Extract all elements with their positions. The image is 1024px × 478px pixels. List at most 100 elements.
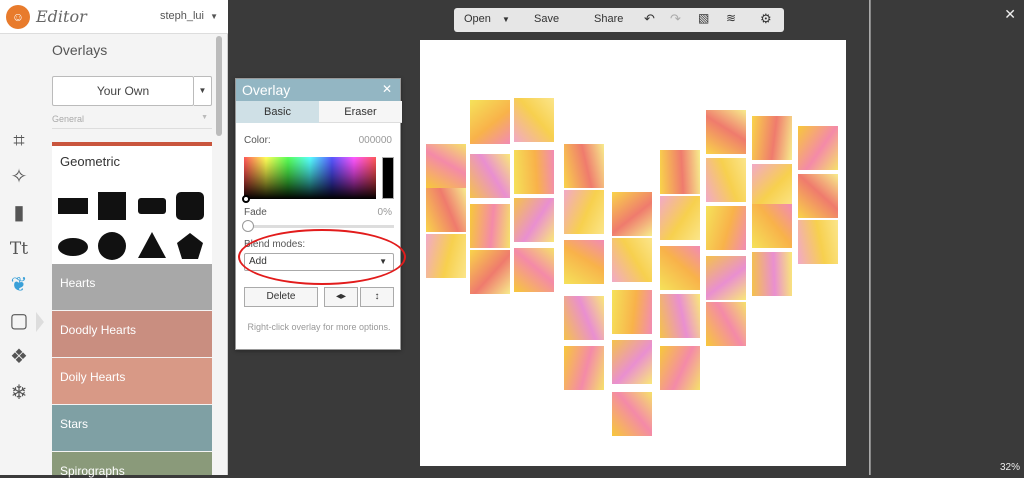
category-filter[interactable]: General ▼ xyxy=(52,114,212,129)
collage-tile xyxy=(426,188,466,232)
color-hex-value[interactable]: 000000 xyxy=(359,135,392,146)
open-button[interactable]: Open xyxy=(464,13,491,25)
delete-button[interactable]: Delete xyxy=(244,287,318,307)
app-logo-icon: ☺ xyxy=(6,5,30,29)
collage-tile xyxy=(426,234,466,278)
collage-tile xyxy=(564,240,604,284)
layers-icon[interactable]: ≋ xyxy=(726,11,736,25)
color-label: Color: xyxy=(244,135,271,146)
app-header: ☺ Editor steph_lui ▼ xyxy=(0,0,228,34)
collage-tile xyxy=(612,192,652,236)
frame-icon[interactable]: ▢ xyxy=(6,308,32,334)
category-stars[interactable]: Stars xyxy=(52,405,212,451)
user-menu[interactable]: steph_lui xyxy=(160,10,204,22)
category-doodly-hearts[interactable]: Doodly Hearts xyxy=(52,311,212,357)
triangle-shape-icon[interactable] xyxy=(138,232,166,258)
collage-tile xyxy=(612,340,652,384)
share-button[interactable]: Share xyxy=(594,13,623,25)
selected-color-swatch[interactable] xyxy=(382,157,394,199)
collage-tile xyxy=(706,110,746,154)
collage-tile xyxy=(706,158,746,202)
panel-scrollbar[interactable] xyxy=(216,36,222,136)
tab-eraser[interactable]: Eraser xyxy=(319,101,402,123)
texture-icon[interactable]: ❖ xyxy=(6,344,32,370)
flip-horizontal-icon: ◂▸ xyxy=(335,291,347,302)
rounded-square-shape-icon[interactable] xyxy=(176,192,204,220)
gear-icon[interactable]: ⚙ xyxy=(760,11,772,27)
collage-tile xyxy=(706,206,746,250)
magic-wand-icon[interactable]: ✧ xyxy=(6,164,32,190)
snowflake-icon[interactable]: ❄ xyxy=(6,380,32,406)
panel-title: Overlays xyxy=(52,42,108,58)
collage-tile xyxy=(564,190,604,234)
collage-tile xyxy=(612,392,652,436)
fade-slider-handle[interactable] xyxy=(242,220,254,232)
collage-tile xyxy=(514,98,554,142)
collage-tile xyxy=(798,126,838,170)
overlay-dialog: Overlay ✕ Basic Eraser Color: 000000 Fad… xyxy=(235,78,402,350)
overlays-panel: Overlays Your Own ▼ General ▼ Geometric … xyxy=(44,34,216,478)
collage-tile xyxy=(752,116,792,160)
tab-basic[interactable]: Basic xyxy=(236,101,319,123)
collage-tile xyxy=(798,220,838,264)
overlay-source-dropdown[interactable]: Your Own xyxy=(52,76,194,106)
collage-tile xyxy=(660,246,700,290)
save-button[interactable]: Save xyxy=(534,13,559,25)
crop-icon[interactable]: ⌗ xyxy=(6,128,32,154)
color-spectrum-sheen xyxy=(244,157,376,199)
collage-tile xyxy=(660,196,700,240)
right-panel: ✕ 32% xyxy=(870,0,1024,475)
square-shape-icon[interactable] xyxy=(98,192,126,220)
collage-tile xyxy=(660,346,700,390)
chevron-down-icon[interactable]: ▼ xyxy=(502,15,510,24)
dialog-header[interactable]: Overlay ✕ xyxy=(236,79,400,101)
fade-label: Fade xyxy=(244,207,267,218)
collage-tile xyxy=(564,144,604,188)
canvas-toolbar: Open ▼ Save Share ↶ ↷ ▧ ≋ ⚙ xyxy=(454,8,784,32)
collage-tile xyxy=(612,238,652,282)
chevron-down-icon[interactable]: ▼ xyxy=(210,12,218,21)
category-doily-hearts[interactable]: Doily Hearts xyxy=(52,358,212,404)
ellipse-shape-icon[interactable] xyxy=(58,238,88,256)
annotation-highlight-circle xyxy=(238,229,406,285)
collage-tile xyxy=(798,174,838,218)
collage-tile xyxy=(752,204,792,248)
collage-tile xyxy=(706,302,746,346)
category-spirographs[interactable]: Spirographs xyxy=(52,452,212,478)
collage-tile xyxy=(706,256,746,300)
undo-icon[interactable]: ↶ xyxy=(644,11,655,27)
category-hearts[interactable]: Hearts xyxy=(52,264,212,310)
collage-tile xyxy=(514,248,554,292)
collage-tile xyxy=(470,204,510,248)
close-icon[interactable]: ✕ xyxy=(1004,6,1016,23)
compare-icon[interactable]: ▧ xyxy=(698,11,709,25)
close-icon[interactable]: ✕ xyxy=(382,82,392,96)
circle-shape-icon[interactable] xyxy=(98,232,126,260)
fade-slider-track[interactable] xyxy=(246,225,394,228)
collage-tile xyxy=(752,164,792,208)
text-tool-icon[interactable]: Tt xyxy=(6,236,32,262)
app-title: Editor xyxy=(36,7,87,26)
dialog-hint: Right-click overlay for more options. xyxy=(247,322,391,332)
geometric-overlay-group[interactable]: Geometric xyxy=(52,142,212,264)
collage-tile xyxy=(564,346,604,390)
active-tool-pointer xyxy=(36,312,44,332)
rectangle-shape-icon[interactable] xyxy=(58,198,88,214)
flip-vertical-icon: ↕ xyxy=(374,291,380,302)
zoom-level: 32% xyxy=(999,462,1020,473)
category-label: Doily Hearts xyxy=(60,370,126,384)
lipstick-icon[interactable]: ▮ xyxy=(6,200,32,226)
color-picker-handle[interactable] xyxy=(242,195,250,203)
category-label: Hearts xyxy=(60,276,96,290)
flip-vertical-button[interactable]: ↕ xyxy=(360,287,394,307)
chevron-down-icon[interactable]: ▼ xyxy=(194,76,212,106)
category-label: Spirographs xyxy=(60,464,125,478)
pentagon-shape-icon[interactable] xyxy=(176,232,204,260)
rounded-rectangle-shape-icon[interactable] xyxy=(138,198,166,214)
collage-tile xyxy=(660,294,700,338)
butterfly-icon[interactable]: ❦ xyxy=(6,272,32,298)
collage-tile xyxy=(426,144,466,188)
redo-icon[interactable]: ↷ xyxy=(670,11,681,27)
photo-canvas[interactable] xyxy=(420,40,846,466)
flip-horizontal-button[interactable]: ◂▸ xyxy=(324,287,358,307)
